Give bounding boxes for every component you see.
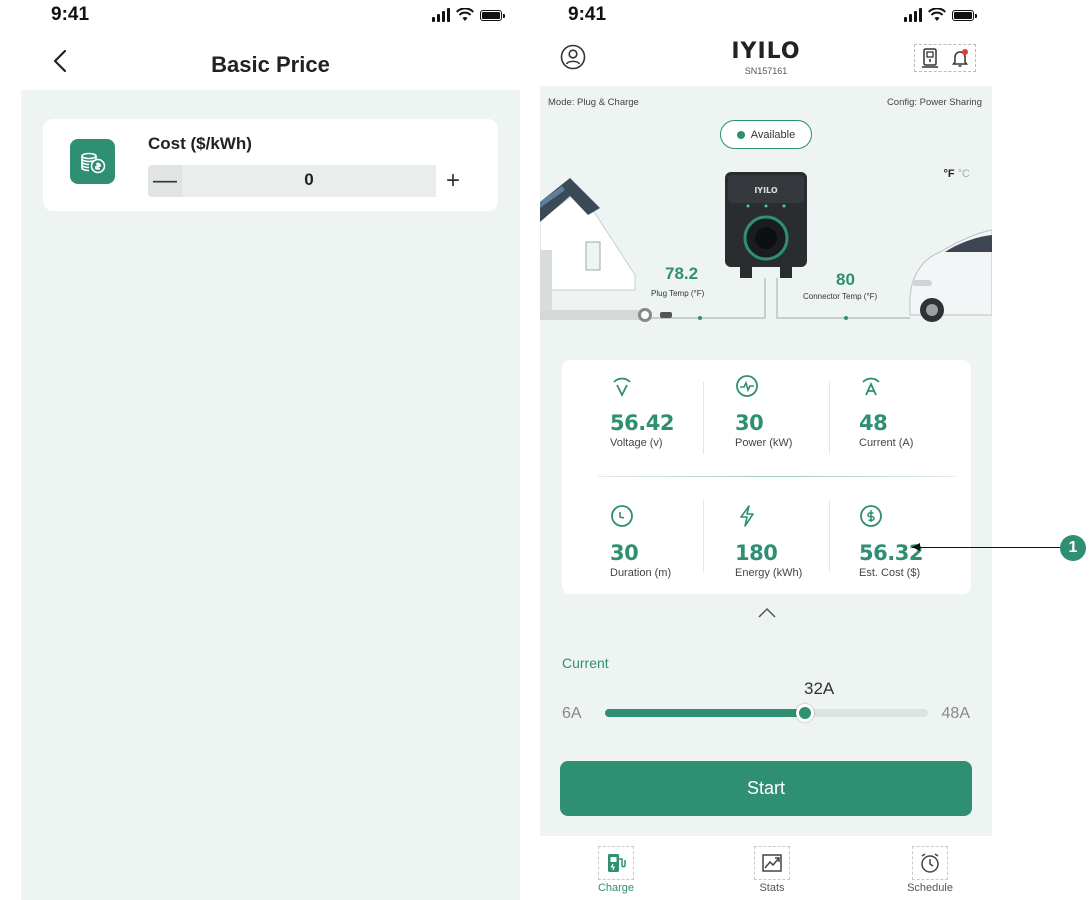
current-value: 48: [859, 411, 888, 435]
divider: [598, 476, 955, 477]
energy-label: Energy (kWh): [735, 567, 803, 579]
energy-value: 180: [735, 541, 778, 565]
battery-icon: [952, 9, 977, 21]
status-text: Available: [750, 128, 796, 141]
current-icon: [862, 377, 880, 396]
charging-scene-illustration: IYILO: [540, 172, 992, 322]
plug-temp-value: 78.2: [665, 264, 699, 283]
duration-label: Duration (m): [610, 567, 672, 579]
status-bar: 9:41: [540, 0, 992, 36]
wifi-icon: [928, 8, 946, 21]
cost-label: Cost ($/kWh): [148, 134, 252, 153]
tab-stats[interactable]: Stats: [732, 846, 812, 894]
tab-charge-label: Charge: [597, 882, 635, 894]
charger-logo-text: IYILO: [754, 186, 778, 195]
dollar-icon: [860, 505, 882, 527]
status-dot: [736, 130, 745, 139]
stat-energy: 180 Energy (kWh): [735, 504, 855, 579]
stat-power: 30 Power (kW): [735, 374, 855, 449]
charge-screen: 9:41 IYILO SN157161 Mode: Plug & Charge …: [540, 0, 992, 900]
temperature-unit-toggle[interactable]: °F °C: [943, 168, 970, 180]
tab-charge[interactable]: Charge: [576, 846, 656, 894]
availability-status: Available: [720, 120, 812, 149]
navigation-bar: Basic Price: [21, 36, 520, 90]
current-slider-value: 32A: [804, 679, 835, 698]
stat-voltage: 56.42 Voltage (v): [610, 374, 730, 449]
stat-current: 48 Current (A): [859, 374, 979, 449]
tab-stats-label: Stats: [759, 882, 785, 894]
tab-schedule[interactable]: Schedule: [890, 846, 970, 894]
config-text: Config: Power Sharing: [886, 97, 982, 108]
unit-fahrenheit[interactable]: °F: [943, 168, 954, 180]
unit-celsius[interactable]: °C: [958, 168, 970, 180]
basic-price-screen: 9:41 Basic Price Cost ($/kWh) — 0 +: [21, 0, 520, 900]
slider-max-label: 48A: [941, 705, 970, 722]
stats-card: 56.42 Voltage (v) 30 Power (kW) 48 Curre…: [562, 360, 971, 594]
stat-duration: 30 Duration (m): [610, 504, 730, 579]
voltage-value: 56.42: [610, 411, 674, 435]
clock-icon: [611, 505, 633, 527]
status-icons: [432, 8, 505, 22]
status-time: 9:41: [51, 4, 90, 25]
decrement-button[interactable]: —: [148, 165, 182, 197]
slider-fill: [605, 709, 805, 717]
slider-min-label: 6A: [562, 705, 582, 722]
callout-badge: 1: [1060, 535, 1086, 561]
increment-button[interactable]: +: [436, 165, 470, 197]
alarm-clock-icon: [912, 846, 948, 880]
tab-schedule-label: Schedule: [907, 882, 953, 894]
voltage-icon: [613, 377, 631, 398]
notification-bell-icon[interactable]: [951, 48, 969, 68]
app-header: IYILO SN157161: [540, 36, 992, 86]
house-illustration: [540, 178, 640, 320]
current-section-label: Current: [562, 655, 609, 671]
header-actions: [914, 44, 976, 72]
status-icons: [904, 8, 977, 22]
connector-temp-label: Connector Temp (°F): [803, 292, 878, 301]
power-icon: [736, 375, 758, 397]
voltage-label: Voltage (v): [610, 437, 663, 449]
power-value: 30: [735, 411, 764, 435]
duration-value: 30: [610, 541, 639, 565]
page-title: Basic Price: [211, 52, 330, 77]
mode-text: Mode: Plug & Charge: [548, 97, 639, 108]
status-bar: 9:41: [21, 0, 520, 36]
cost-stepper[interactable]: — 0 +: [148, 165, 470, 197]
chevron-up-icon[interactable]: [757, 605, 777, 619]
chart-icon: [754, 846, 790, 880]
plug-temp-label: Plug Temp (°F): [651, 289, 705, 298]
status-time: 9:41: [568, 4, 607, 25]
charge-station-icon: [598, 846, 634, 880]
signal-icon: [432, 8, 450, 22]
coins-icon: [70, 139, 115, 184]
current-label: Current (A): [859, 437, 914, 449]
wifi-icon: [456, 8, 474, 21]
stat-est-cost: 56.32 Est. Cost ($): [859, 504, 979, 579]
signal-icon: [904, 8, 922, 22]
est-cost-label: Est. Cost ($): [859, 567, 921, 579]
charger-device-icon[interactable]: [921, 48, 939, 68]
bottom-tab-bar: Charge Stats Schedule: [540, 836, 992, 900]
cost-card: Cost ($/kWh) — 0 +: [43, 119, 498, 211]
callout-arrow-icon: [912, 543, 920, 551]
connector-temp-value: 80: [836, 270, 855, 289]
callout-line: [912, 547, 1062, 548]
current-slider[interactable]: [605, 704, 928, 722]
power-label: Power (kW): [735, 437, 793, 449]
battery-icon: [480, 9, 505, 21]
cost-value[interactable]: 0: [182, 170, 436, 190]
start-button[interactable]: Start: [560, 761, 972, 816]
slider-thumb[interactable]: [795, 704, 814, 722]
lightning-icon: [740, 505, 754, 527]
car-illustration: [909, 229, 992, 322]
